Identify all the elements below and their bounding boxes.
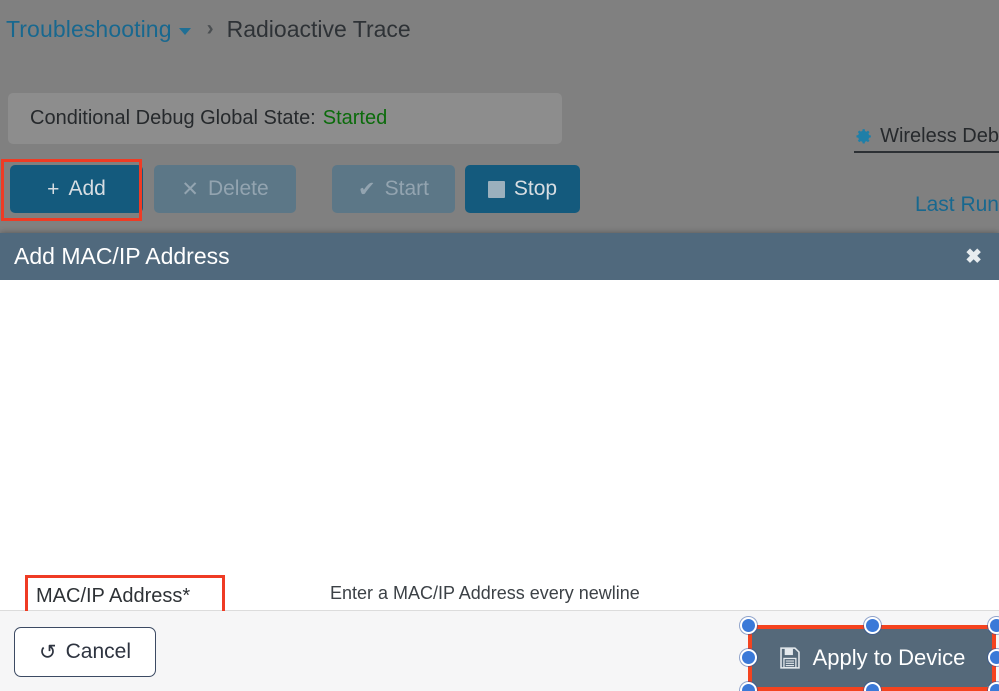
- save-floppy-icon: [779, 646, 801, 670]
- delete-button[interactable]: ✕ Delete: [154, 165, 296, 213]
- cancel-button-label: Cancel: [65, 640, 131, 663]
- apply-to-device-label: Apply to Device: [812, 645, 966, 670]
- chevron-down-icon[interactable]: [178, 27, 191, 35]
- close-icon[interactable]: ✖: [965, 247, 982, 267]
- wireless-debug-link[interactable]: Wireless Deb: [854, 125, 999, 153]
- selection-handle-top-center[interactable]: [864, 617, 881, 634]
- last-run-link[interactable]: Last Run: [915, 193, 999, 217]
- start-button[interactable]: ✔ Start: [332, 165, 455, 213]
- apply-to-device-button[interactable]: Apply to Device: [752, 629, 992, 687]
- add-button[interactable]: + Add: [10, 165, 143, 213]
- modal-body: MAC/IP Address* Enter a MAC/IP Address e…: [0, 280, 999, 691]
- conditional-debug-status: Conditional Debug Global State: Started: [8, 93, 562, 144]
- page-root: Troubleshooting › Radioactive Trace Cond…: [0, 0, 999, 691]
- plus-icon: +: [47, 177, 60, 201]
- wireless-debug-label: Wireless Deb: [880, 125, 999, 147]
- close-x-icon: ✕: [181, 177, 199, 201]
- stop-button-label: Stop: [513, 177, 558, 200]
- breadcrumb: Troubleshooting › Radioactive Trace: [0, 0, 999, 58]
- start-button-label: Start: [384, 177, 429, 200]
- undo-arrow-icon: ↺: [39, 640, 57, 664]
- selection-handle-bottom-right[interactable]: [988, 682, 999, 691]
- breadcrumb-parent-link[interactable]: Troubleshooting: [6, 16, 172, 43]
- add-mac-ip-modal: Add MAC/IP Address ✖ MAC/IP Address* Ent…: [0, 233, 999, 691]
- modal-header: Add MAC/IP Address ✖: [0, 233, 999, 280]
- breadcrumb-separator: ›: [206, 17, 214, 40]
- add-button-label: Add: [68, 177, 106, 200]
- page-title: Radioactive Trace: [226, 15, 411, 42]
- selection-handle-middle-left[interactable]: [740, 649, 757, 666]
- action-toolbar: + Add ✕ Delete ✔ Start Stop: [10, 165, 580, 213]
- mac-ip-address-label: MAC/IP Address*: [36, 585, 191, 607]
- cancel-button[interactable]: ↺ Cancel: [14, 627, 156, 677]
- stop-square-icon: [487, 180, 505, 198]
- modal-title: Add MAC/IP Address: [14, 243, 230, 269]
- delete-button-label: Delete: [207, 177, 269, 200]
- status-badge: Started: [322, 107, 388, 129]
- selection-handle-middle-right[interactable]: [988, 649, 999, 666]
- stop-button[interactable]: Stop: [465, 165, 580, 213]
- status-label: Conditional Debug Global State:: [30, 107, 316, 129]
- gear-icon: [854, 127, 873, 146]
- selection-handle-top-left[interactable]: [740, 617, 757, 634]
- check-icon: ✔: [358, 177, 376, 201]
- selection-handle-top-right[interactable]: [988, 617, 999, 634]
- textarea-hint: Enter a MAC/IP Address every newline: [330, 583, 640, 603]
